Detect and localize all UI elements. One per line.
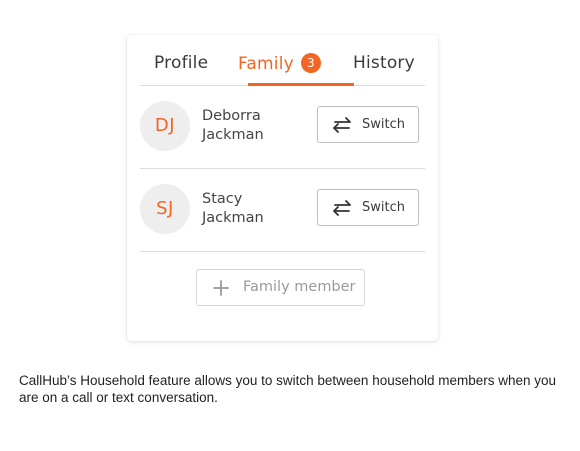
member-name: Stacy Jackman xyxy=(202,190,306,228)
switch-button-label: Switch xyxy=(362,200,405,215)
household-card: Profile Family 3 History DJ Deborra Jackm… xyxy=(127,35,438,341)
tab-family[interactable]: Family 3 xyxy=(238,53,321,74)
member-last-name: Jackman xyxy=(202,210,264,226)
plus-icon xyxy=(213,280,229,296)
switch-button-label: Switch xyxy=(362,117,405,132)
member-name: Deborra Jackman xyxy=(202,107,306,145)
tab-history[interactable]: History xyxy=(353,53,415,73)
family-member-row: DJ Deborra Jackman Switch xyxy=(140,86,425,169)
switch-arrows-icon xyxy=(333,117,351,133)
switch-button[interactable]: Switch xyxy=(317,189,419,226)
stage: Profile Family 3 History DJ Deborra Jackm… xyxy=(0,0,580,451)
member-first-name: Deborra xyxy=(202,108,261,124)
tab-family-label: Family xyxy=(238,54,294,74)
avatar: SJ xyxy=(140,184,190,234)
add-family-member-button[interactable]: Family member xyxy=(196,269,365,306)
member-first-name: Stacy xyxy=(202,191,243,207)
tab-profile[interactable]: Profile xyxy=(154,53,208,73)
feature-caption: CallHub’s Household feature allows you t… xyxy=(19,373,557,405)
tab-bar: Profile Family 3 History xyxy=(140,35,425,86)
member-last-name: Jackman xyxy=(202,127,264,143)
avatar: DJ xyxy=(140,101,190,151)
family-member-row: SJ Stacy Jackman Switch xyxy=(140,169,425,252)
add-family-member-label: Family member xyxy=(243,279,356,295)
family-count-badge: 3 xyxy=(300,53,321,73)
switch-button[interactable]: Switch xyxy=(317,106,419,143)
switch-arrows-icon xyxy=(333,200,351,216)
